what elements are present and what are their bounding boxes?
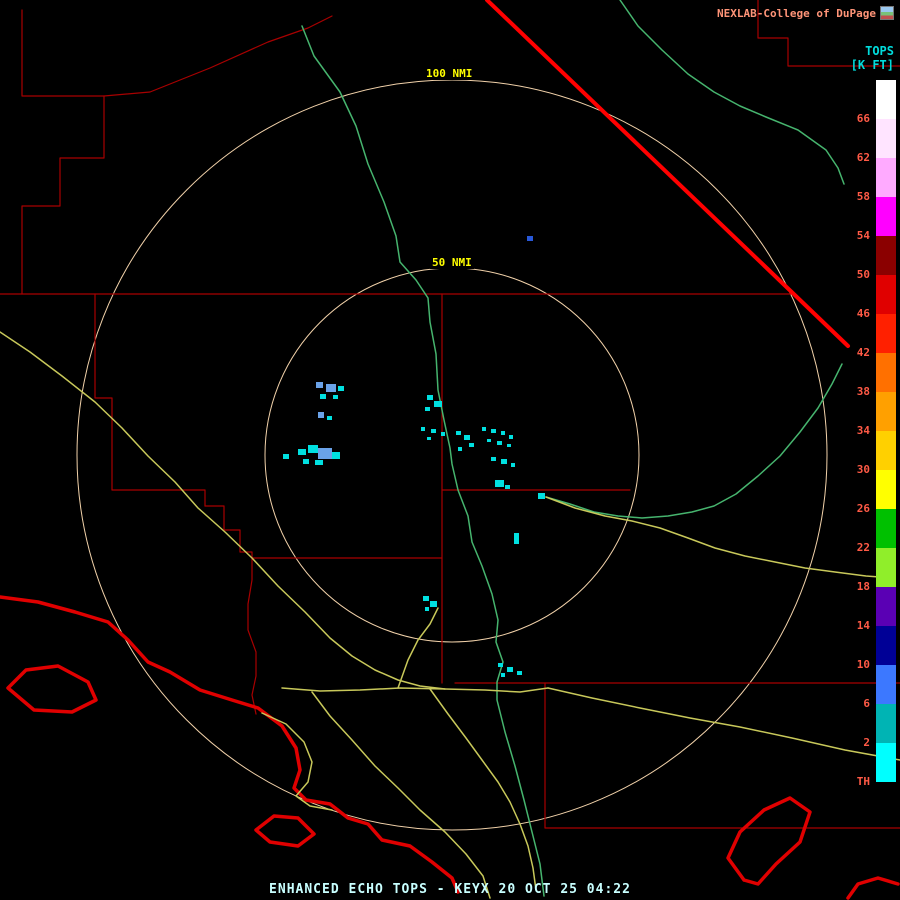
radar-display: 100 NMI 50 NMI NEXLAB-College of DuPage … bbox=[0, 0, 900, 900]
legend-cell-34: 34 bbox=[834, 392, 896, 437]
legend-cell-54: 54 bbox=[834, 197, 896, 242]
legend-color-swatch bbox=[876, 548, 896, 587]
legend-title: TOPS bbox=[865, 44, 894, 58]
legend-unit: [K FT] bbox=[850, 58, 894, 72]
legend-cell-6: 6 bbox=[834, 665, 896, 710]
legend-color-swatch bbox=[876, 587, 896, 626]
legend-tick-label: TH bbox=[856, 775, 870, 788]
legend-cell-42: 42 bbox=[834, 314, 896, 359]
legend-color-swatch bbox=[876, 626, 896, 665]
legend-color-swatch bbox=[876, 470, 896, 509]
legend-color-swatch bbox=[876, 197, 896, 236]
legend-cell-50: 50 bbox=[834, 236, 896, 281]
legend-color-swatch bbox=[876, 275, 896, 314]
legend-cell-10: 10 bbox=[834, 626, 896, 671]
echo-layer bbox=[283, 236, 545, 677]
range-ring-label-50nmi: 50 NMI bbox=[430, 256, 474, 269]
echo-tops-legend: TOPS [K FT] 66 62 58 54 50 46 42 38 34 30 26 22 18 14… bbox=[834, 44, 896, 788]
legend-cell-62: 62 bbox=[834, 119, 896, 164]
legend-cell-14: 14 bbox=[834, 587, 896, 632]
highways-yellow-layer bbox=[0, 331, 900, 899]
product-caption: ENHANCED ECHO TOPS - KEYX 20 OCT 25 04:2… bbox=[269, 882, 631, 897]
legend-color-swatch bbox=[876, 743, 896, 782]
legend-color-swatch bbox=[876, 314, 896, 353]
legend-cell-18: 18 bbox=[834, 548, 896, 593]
legend-color-swatch bbox=[876, 509, 896, 548]
radar-map-canvas bbox=[0, 0, 900, 900]
legend-color-swatch bbox=[876, 158, 896, 197]
legend-color-swatch bbox=[876, 353, 896, 392]
rivers-green-layer bbox=[301, 0, 845, 897]
legend-cell-30: 30 bbox=[834, 431, 896, 476]
county-borders-layer bbox=[0, 0, 900, 829]
legend-color-swatch bbox=[876, 431, 896, 470]
legend-cell-TH: TH bbox=[834, 743, 896, 788]
range-ring bbox=[76, 79, 828, 831]
legend-cell-26: 26 bbox=[834, 470, 896, 515]
legend-color-swatch bbox=[876, 80, 896, 119]
site-title: NEXLAB-College of DuPage bbox=[717, 6, 876, 20]
range-ring-label-100nmi: 100 NMI bbox=[424, 67, 475, 80]
legend-color-swatch bbox=[876, 119, 896, 158]
legend-cell-2: 2 bbox=[834, 704, 896, 749]
cod-logo-icon bbox=[880, 6, 894, 20]
legend-cell-46: 46 bbox=[834, 275, 896, 320]
legend-color-swatch bbox=[876, 392, 896, 431]
legend-color-swatch bbox=[876, 704, 896, 743]
legend-cell-58: 58 bbox=[834, 158, 896, 203]
legend-cell-38: 38 bbox=[834, 353, 896, 398]
legend-color-swatch bbox=[876, 236, 896, 275]
legend-color-swatch bbox=[876, 665, 896, 704]
site-header: NEXLAB-College of DuPage bbox=[717, 6, 894, 20]
legend-cell-66: 66 bbox=[834, 80, 896, 125]
legend-cell-22: 22 bbox=[834, 509, 896, 554]
legend-color-scale: 66 62 58 54 50 46 42 38 34 30 26 22 18 14 10 6 2 TH bbox=[834, 80, 896, 788]
